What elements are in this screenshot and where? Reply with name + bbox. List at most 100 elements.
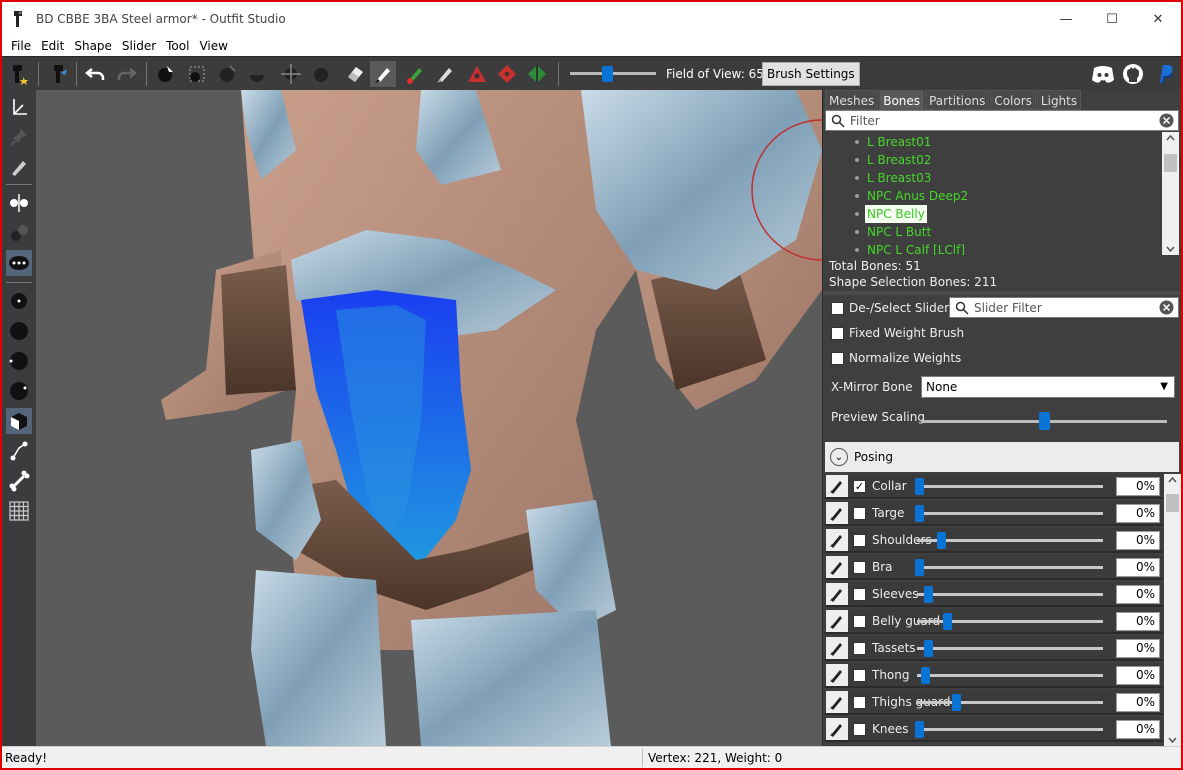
slider-value-field[interactable]: 0% [1116, 693, 1160, 712]
inflate-icon[interactable] [214, 61, 240, 87]
slider-checkbox[interactable] [853, 696, 866, 709]
edit-slider-button[interactable] [826, 583, 848, 605]
slider-track[interactable] [917, 647, 1103, 650]
clear-filter-icon[interactable] [1159, 300, 1174, 315]
slider-thumb[interactable] [915, 721, 924, 738]
bones-icon[interactable] [6, 438, 32, 464]
bone-item[interactable]: L Breast01 [865, 133, 933, 151]
slider-track[interactable] [917, 701, 1103, 704]
menu-slider[interactable]: Slider [117, 39, 161, 53]
panel-divider[interactable] [823, 291, 1181, 295]
preview-scaling-slider-thumb[interactable] [1039, 412, 1050, 430]
slider-track[interactable] [917, 485, 1103, 488]
bone-item[interactable]: NPC L Butt [865, 223, 933, 241]
bone-item-selected[interactable]: NPC Belly [865, 205, 927, 223]
slider-value-field[interactable]: 0% [1116, 639, 1160, 658]
edit-slider-button[interactable] [826, 718, 848, 740]
tab-bones[interactable]: Bones [879, 90, 925, 110]
clear-filter-icon[interactable] [1159, 113, 1174, 128]
slider-value-field[interactable]: 0% [1116, 612, 1160, 631]
slider-value-field[interactable]: 0% [1116, 558, 1160, 577]
new-project-icon[interactable] [6, 61, 32, 87]
cube-icon[interactable] [6, 408, 32, 434]
move-icon[interactable] [278, 61, 304, 87]
posing-section-header[interactable]: ⌄ Posing [825, 442, 1179, 472]
points-icon[interactable] [6, 250, 32, 276]
slider-row[interactable]: Thong 0% [825, 663, 1163, 688]
maximize-button[interactable]: ☐ [1089, 2, 1135, 36]
slider-checkbox[interactable] [853, 561, 866, 574]
checkbox[interactable] [831, 326, 844, 340]
x-mirror-bone-select[interactable]: None ▼ [921, 376, 1175, 398]
fixed-weight-brush-checkbox[interactable]: Fixed Weight Brush [831, 326, 964, 340]
3d-viewport[interactable] [36, 90, 822, 746]
bone-item[interactable]: NPC L Calf [LClf] [865, 241, 967, 255]
scroll-up-icon[interactable] [1166, 135, 1175, 141]
slider-thumb[interactable] [915, 505, 924, 522]
transform-icon[interactable] [184, 61, 210, 87]
deflate-icon[interactable] [244, 61, 270, 87]
menu-tool[interactable]: Tool [161, 39, 194, 53]
edit-slider-button[interactable] [826, 556, 848, 578]
edit-slider-button[interactable] [826, 637, 848, 659]
scrollbar-thumb[interactable] [1166, 494, 1179, 512]
slider-value-field[interactable]: 0% [1116, 531, 1160, 550]
skeleton-icon[interactable] [6, 468, 32, 494]
slider-value-field[interactable]: 0% [1116, 504, 1160, 523]
tab-partitions[interactable]: Partitions [925, 90, 990, 110]
deselect-sliders-checkbox[interactable]: De-/Select Sliders [831, 301, 955, 315]
slider-thumb[interactable] [924, 640, 934, 657]
mask-icon[interactable] [370, 61, 396, 87]
edit-slider-button[interactable] [826, 502, 848, 524]
slider-value-field[interactable]: 0% [1116, 666, 1160, 685]
edit-slider-button[interactable] [826, 475, 848, 497]
bone-list[interactable]: L Breast01 L Breast02 L Breast03 NPC Anu… [825, 132, 1179, 255]
slider-checkbox[interactable] [853, 588, 866, 601]
slider-row[interactable]: Knees 0% [825, 717, 1163, 742]
field-of-view-slider-thumb[interactable] [601, 66, 613, 82]
edit-slider-button[interactable] [826, 691, 848, 713]
edit-slider-button[interactable] [826, 664, 848, 686]
slider-row[interactable]: Targe 0% [825, 501, 1163, 526]
slider-checkbox[interactable] [853, 669, 866, 682]
checkbox[interactable] [831, 351, 844, 365]
slider-filter-input[interactable]: Slider Filter [949, 297, 1179, 318]
github-icon[interactable] [1120, 61, 1146, 87]
brush-small-icon[interactable] [6, 288, 32, 314]
slider-thumb[interactable] [924, 586, 934, 603]
bone-list-scrollbar[interactable] [1162, 132, 1179, 255]
grid-icon[interactable] [6, 498, 32, 524]
brush-large-icon[interactable] [6, 348, 32, 374]
flip-edge-icon[interactable] [524, 61, 550, 87]
slider-checkbox[interactable] [853, 534, 866, 547]
paypal-icon[interactable] [1152, 61, 1178, 87]
discord-icon[interactable] [1090, 61, 1116, 87]
bone-filter-input[interactable]: Filter [825, 110, 1179, 131]
bone-item[interactable]: L Breast03 [865, 169, 933, 187]
color-paint-icon[interactable] [432, 61, 458, 87]
slider-value-field[interactable]: 0% [1116, 585, 1160, 604]
slider-thumb[interactable] [952, 694, 962, 711]
slider-row[interactable]: ✓ Collar 0% [825, 474, 1163, 499]
slider-track[interactable] [917, 593, 1103, 596]
slider-value-field[interactable]: 0% [1116, 720, 1160, 739]
checkbox[interactable] [831, 301, 844, 315]
bone-item[interactable]: NPC Anus Deep2 [865, 187, 970, 205]
tab-lights[interactable]: Lights [1036, 90, 1082, 110]
scroll-up-icon[interactable] [1168, 477, 1177, 483]
scroll-down-icon[interactable] [1168, 737, 1177, 743]
slider-checkbox[interactable]: ✓ [853, 480, 866, 493]
weight-paint-icon[interactable] [402, 61, 428, 87]
open-project-icon[interactable] [46, 61, 72, 87]
minimize-button[interactable]: — [1043, 2, 1089, 36]
pencil-icon[interactable] [6, 154, 32, 180]
slider-track[interactable] [917, 728, 1103, 731]
field-of-view-slider[interactable] [570, 72, 656, 75]
edit-slider-button[interactable] [826, 529, 848, 551]
smooth-icon[interactable] [308, 61, 334, 87]
slider-row[interactable]: Belly guard 0% [825, 609, 1163, 634]
chevron-down-icon[interactable]: ⌄ [830, 448, 848, 466]
menu-file[interactable]: File [6, 39, 36, 53]
vertices-icon[interactable] [6, 220, 32, 246]
menu-view[interactable]: View [194, 39, 232, 53]
